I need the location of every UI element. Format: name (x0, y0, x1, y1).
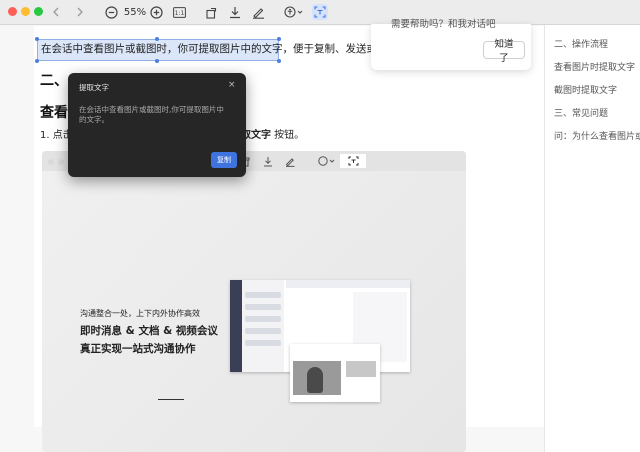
selected-paragraph[interactable]: 在会话中查看图片或截图时，你可提取图片中的文字，便于复制、发送或保存 (41, 41, 398, 56)
toc-item[interactable]: 问：为什么查看图片或 (554, 129, 640, 142)
fullscreen-window-button[interactable] (34, 7, 43, 16)
forward-icon[interactable] (74, 4, 86, 20)
video-thumbnail (346, 361, 376, 377)
ocr-icon[interactable] (312, 4, 328, 20)
selection-handle[interactable] (155, 59, 159, 63)
mockup-row (245, 328, 281, 334)
actual-size-icon[interactable]: 1:1 (172, 4, 186, 20)
screenshot-dot (48, 159, 54, 165)
selection-handle[interactable] (277, 59, 281, 63)
tip-text: 需要帮助吗？和我对话吧 (391, 19, 496, 30)
mockup-row (245, 316, 281, 322)
app-toolbar: 55% 1:1 (0, 0, 640, 25)
video-person (307, 367, 323, 393)
help-tip: 需要帮助吗？和我对话吧 知道了 (371, 19, 531, 70)
accessibility-icon (318, 154, 336, 168)
embedded-screenshot: 沟通整合一处，上下内外协作高效 即时消息 & 文档 & 视频会议 真正实现一站式… (42, 151, 466, 452)
rotate-icon[interactable] (205, 4, 219, 20)
mockup-sidebar (230, 280, 242, 372)
toc-item[interactable]: 二、操作流程 (554, 37, 608, 50)
annotate-icon (285, 154, 295, 168)
selection-handle[interactable] (35, 59, 39, 63)
promo-divider (158, 399, 184, 400)
mockup-header (286, 280, 410, 288)
screenshot-dot (58, 159, 64, 165)
selection-handle[interactable] (35, 37, 39, 41)
extracted-text[interactable]: 在会话中查看图片或截图时,你可提取图片中的文字。 (79, 105, 231, 125)
extract-text-dialog: 提取文字 × 在会话中查看图片或截图时,你可提取图片中的文字。 复制 (68, 73, 246, 177)
dialog-title: 提取文字 (79, 83, 109, 92)
back-icon[interactable] (50, 4, 62, 20)
annotate-icon[interactable] (251, 4, 265, 20)
ocr-icon (340, 154, 366, 168)
close-window-button[interactable] (8, 7, 17, 16)
toc-item[interactable]: 三、常见问题 (554, 106, 608, 119)
step-text-end: 按钮。 (271, 130, 305, 141)
zoom-out-icon[interactable] (104, 4, 118, 20)
accessibility-icon[interactable] (284, 4, 304, 20)
got-it-button[interactable]: 知道了 (483, 39, 525, 64)
svg-text:1:1: 1:1 (174, 10, 184, 17)
copy-button[interactable]: 复制 (211, 152, 237, 168)
download-icon[interactable] (228, 4, 242, 20)
close-icon[interactable]: × (228, 80, 236, 90)
toc-sidebar: 二、操作流程 查看图片时提取文字 截图时提取文字 三、常见问题 问：为什么查看图… (544, 25, 640, 452)
minimize-window-button[interactable] (21, 7, 30, 16)
promo-tagline: 沟通整合一处，上下内外协作高效 (80, 309, 200, 318)
zoom-level: 55% (123, 6, 147, 18)
mockup-row (245, 340, 281, 346)
promo-headline-1: 即时消息 & 文档 & 视频会议 (80, 325, 218, 337)
zoom-in-icon[interactable] (149, 4, 163, 20)
download-icon (263, 154, 273, 168)
promo-headline-2: 真正实现一站式沟通协作 (80, 343, 196, 355)
subsection-heading: 查看 (40, 105, 68, 121)
mockup-row (245, 304, 281, 310)
toc-item[interactable]: 截图时提取文字 (554, 83, 617, 96)
mockup-row (245, 292, 281, 298)
toc-item[interactable]: 查看图片时提取文字 (554, 60, 635, 73)
video-call-mockup (290, 344, 380, 402)
section-heading: 二、 (40, 73, 68, 89)
step-number: 1. (40, 130, 50, 141)
screenshot-image: 沟通整合一处，上下内外协作高效 即时消息 & 文档 & 视频会议 真正实现一站式… (42, 171, 466, 452)
